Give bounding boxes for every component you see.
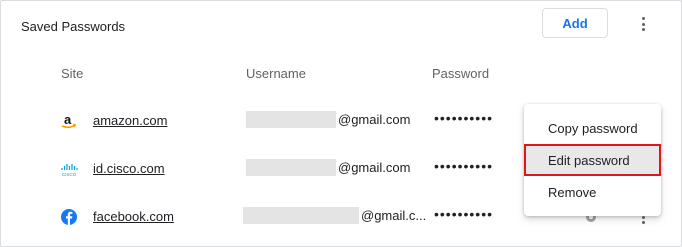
username-suffix: @gmail.c... [361,208,427,223]
password-mask: •••••••••• [434,158,494,174]
cisco-icon: CISCO [60,160,78,178]
menu-item-remove[interactable]: Remove [524,176,661,208]
password-context-menu: Copy password Edit password Remove [524,104,661,216]
site-link[interactable]: id.cisco.com [93,161,165,176]
column-header-password: Password [432,66,490,81]
password-mask: •••••••••• [434,110,494,126]
column-header-site: Site [61,66,84,81]
amazon-icon: a [60,112,78,130]
section-title: Saved Passwords [21,19,126,34]
redacted-username [243,207,359,224]
saved-passwords-panel: Saved Passwords Add Site Username Passwo… [0,0,682,247]
site-link[interactable]: facebook.com [93,209,174,224]
menu-item-copy-password[interactable]: Copy password [524,112,661,144]
site-link[interactable]: amazon.com [93,113,167,128]
svg-text:a: a [64,112,72,127]
more-actions-icon[interactable] [635,14,651,34]
username-suffix: @gmail.com [338,160,411,175]
column-header-username: Username [246,66,306,81]
svg-text:CISCO: CISCO [62,172,77,177]
password-mask: •••••••••• [434,206,494,222]
username-suffix: @gmail.com [338,112,411,127]
redacted-username [246,111,336,128]
menu-item-edit-password[interactable]: Edit password [524,144,661,176]
add-password-button[interactable]: Add [542,8,608,38]
facebook-icon [60,208,78,226]
redacted-username [246,159,336,176]
